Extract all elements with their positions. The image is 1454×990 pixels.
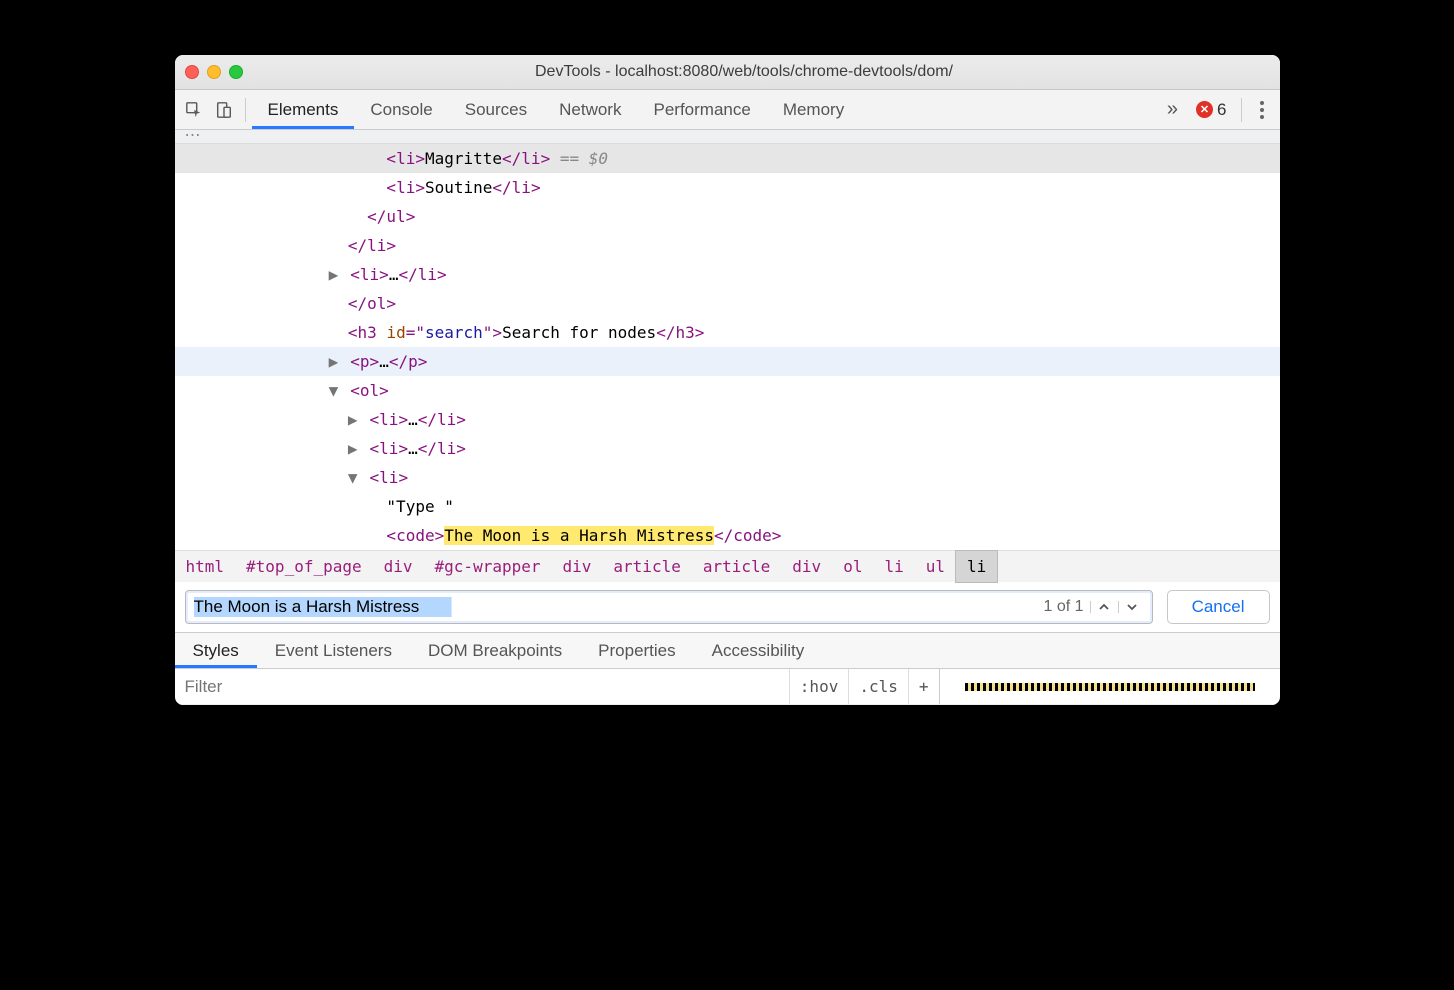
dom-node[interactable]: <li>Soutine</li> [175,173,1280,202]
tab-performance[interactable]: Performance [637,90,766,129]
close-icon[interactable] [185,65,199,79]
dom-node[interactable]: ▶ <li>…</li> [175,260,1280,289]
crumb-gc-wrapper[interactable]: #gc-wrapper [424,551,552,582]
search-prev-button[interactable] [1090,601,1118,613]
search-count: 1 of 1 [1038,598,1090,616]
search-bar: 1 of 1 Cancel [175,582,1280,633]
dom-node[interactable]: <h3 id="search">Search for nodes</h3> [175,318,1280,347]
dom-node[interactable]: </li> [175,231,1280,260]
dom-node[interactable]: ▼ <li> [175,463,1280,492]
collapsed-ancestors[interactable]: ⋯ [175,130,1280,144]
error-icon: ✕ [1196,101,1213,118]
hov-toggle[interactable]: :hov [789,669,849,704]
main-toolbar: Elements Console Sources Network Perform… [175,90,1280,130]
dom-node[interactable]: <code>The Moon is a Harsh Mistress</code… [175,521,1280,550]
tab-sources[interactable]: Sources [449,90,543,129]
settings-menu-icon[interactable] [1248,101,1276,119]
subtab-dom-breakpoints[interactable]: DOM Breakpoints [410,633,580,668]
styles-filter-input[interactable] [185,677,779,697]
crumb-div[interactable]: div [373,551,424,582]
dom-node[interactable]: ▶ <li>…</li> [175,405,1280,434]
window-title: DevTools - localhost:8080/web/tools/chro… [219,63,1270,81]
tab-network[interactable]: Network [543,90,637,129]
dom-node[interactable]: </ul> [175,202,1280,231]
crumb-top-of-page[interactable]: #top_of_page [235,551,373,582]
titlebar: DevTools - localhost:8080/web/tools/chro… [175,55,1280,90]
search-box: 1 of 1 [185,590,1153,624]
crumb-ul[interactable]: ul [915,551,956,582]
tab-console[interactable]: Console [354,90,448,129]
separator [1241,98,1242,122]
box-model-strip [965,683,1255,691]
crumb-article[interactable]: article [692,551,781,582]
computed-pane-peek [940,669,1280,704]
subtab-properties[interactable]: Properties [580,633,693,668]
separator [245,98,246,122]
crumb-div[interactable]: div [552,551,603,582]
crumb-li[interactable]: li [873,551,914,582]
styles-subtabs: Styles Event Listeners DOM Breakpoints P… [175,633,1280,669]
crumb-li-selected[interactable]: li [956,551,997,582]
search-next-button[interactable] [1118,601,1146,613]
styles-filter-box [175,669,789,704]
main-tabs: Elements Console Sources Network Perform… [252,90,1157,129]
dom-node[interactable]: </ol> [175,289,1280,318]
breadcrumb: html #top_of_page div #gc-wrapper div ar… [175,550,1280,582]
error-count: 6 [1217,100,1226,120]
dom-tree[interactable]: <li>Magritte</li> == $0 <li>Soutine</li>… [175,144,1280,550]
tab-elements[interactable]: Elements [252,90,355,129]
error-badge[interactable]: ✕ 6 [1188,100,1234,120]
new-rule-button[interactable]: + [908,669,939,704]
crumb-div[interactable]: div [781,551,832,582]
subtab-styles[interactable]: Styles [175,633,257,668]
search-input[interactable] [194,597,1038,617]
tab-memory[interactable]: Memory [767,90,860,129]
style-toggle-group: :hov .cls + [789,669,939,704]
cls-toggle[interactable]: .cls [848,669,908,704]
subtab-event-listeners[interactable]: Event Listeners [257,633,410,668]
dom-node-hover[interactable]: ▶ <p>…</p> [175,347,1280,376]
dom-node[interactable]: ▼ <ol> [175,376,1280,405]
tabs-overflow-button[interactable]: » [1157,98,1188,121]
dom-text-node[interactable]: "Type " [175,492,1280,521]
crumb-html[interactable]: html [175,551,236,582]
dom-node-selected[interactable]: <li>Magritte</li> == $0 [175,144,1280,173]
crumb-ol[interactable]: ol [832,551,873,582]
device-toolbar-icon[interactable] [209,95,239,125]
subtab-accessibility[interactable]: Accessibility [694,633,823,668]
inspect-element-icon[interactable] [179,95,209,125]
dom-node[interactable]: ▶ <li>…</li> [175,434,1280,463]
styles-toolbar: :hov .cls + [175,669,1280,705]
cancel-button[interactable]: Cancel [1167,590,1270,624]
devtools-window: DevTools - localhost:8080/web/tools/chro… [175,55,1280,705]
crumb-article[interactable]: article [602,551,691,582]
